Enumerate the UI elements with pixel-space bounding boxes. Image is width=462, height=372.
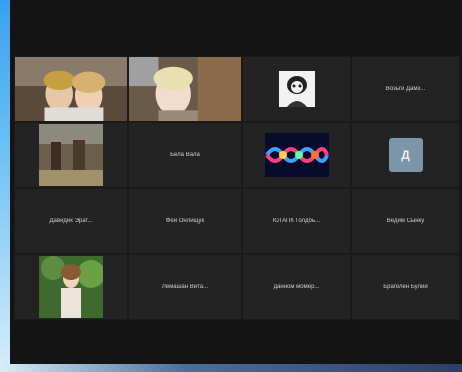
participant-name: Давидик Эрат... bbox=[49, 218, 93, 224]
participant-tile[interactable] bbox=[14, 56, 128, 122]
participant-tile[interactable]: Возьги Дамз... bbox=[351, 56, 460, 122]
participant-gallery: Возьги Дамз... Бела Вала Д Давидик Эрат.… bbox=[14, 56, 460, 320]
participant-name: Фей Онлищук bbox=[165, 218, 205, 224]
participant-tile[interactable] bbox=[128, 56, 242, 122]
participant-video bbox=[129, 57, 241, 121]
participant-video bbox=[264, 133, 329, 177]
participant-tile[interactable]: Фей Онлищук bbox=[128, 188, 242, 254]
participant-tile[interactable]: Брагелен Булий bbox=[351, 254, 460, 320]
participant-video bbox=[39, 256, 103, 318]
participant-name: Возьги Дамз... bbox=[385, 86, 426, 92]
participant-tile[interactable]: Давидик Эрат... bbox=[14, 188, 128, 254]
participant-video bbox=[15, 57, 127, 121]
participant-tile[interactable] bbox=[14, 122, 128, 188]
participant-name: Брагелен Булий bbox=[383, 284, 428, 290]
participant-avatar bbox=[278, 71, 315, 107]
participant-tile[interactable] bbox=[14, 254, 128, 320]
participant-name: Ведим Сынку bbox=[386, 218, 425, 224]
participant-tile[interactable]: Ведим Сынку bbox=[351, 188, 460, 254]
participant-tile[interactable]: данном момер... bbox=[242, 254, 351, 320]
participant-initial: Д bbox=[388, 138, 423, 172]
participant-video bbox=[39, 124, 103, 186]
participant-tile[interactable]: Лемашан Вита... bbox=[128, 254, 242, 320]
participant-tile[interactable]: ЮТАПК Голдбь... bbox=[242, 188, 351, 254]
participant-tile[interactable]: Д bbox=[351, 122, 460, 188]
participant-tile[interactable] bbox=[242, 122, 351, 188]
participant-tile[interactable]: Бела Вала bbox=[128, 122, 242, 188]
participant-name: Бела Вала bbox=[170, 152, 200, 158]
desktop-taskbar-edge bbox=[0, 364, 462, 372]
participant-name: данном момер... bbox=[273, 284, 320, 290]
participant-name: Лемашан Вита... bbox=[161, 284, 209, 290]
participant-tile[interactable] bbox=[242, 56, 351, 122]
participant-name: ЮТАПК Голдбь... bbox=[272, 218, 321, 224]
